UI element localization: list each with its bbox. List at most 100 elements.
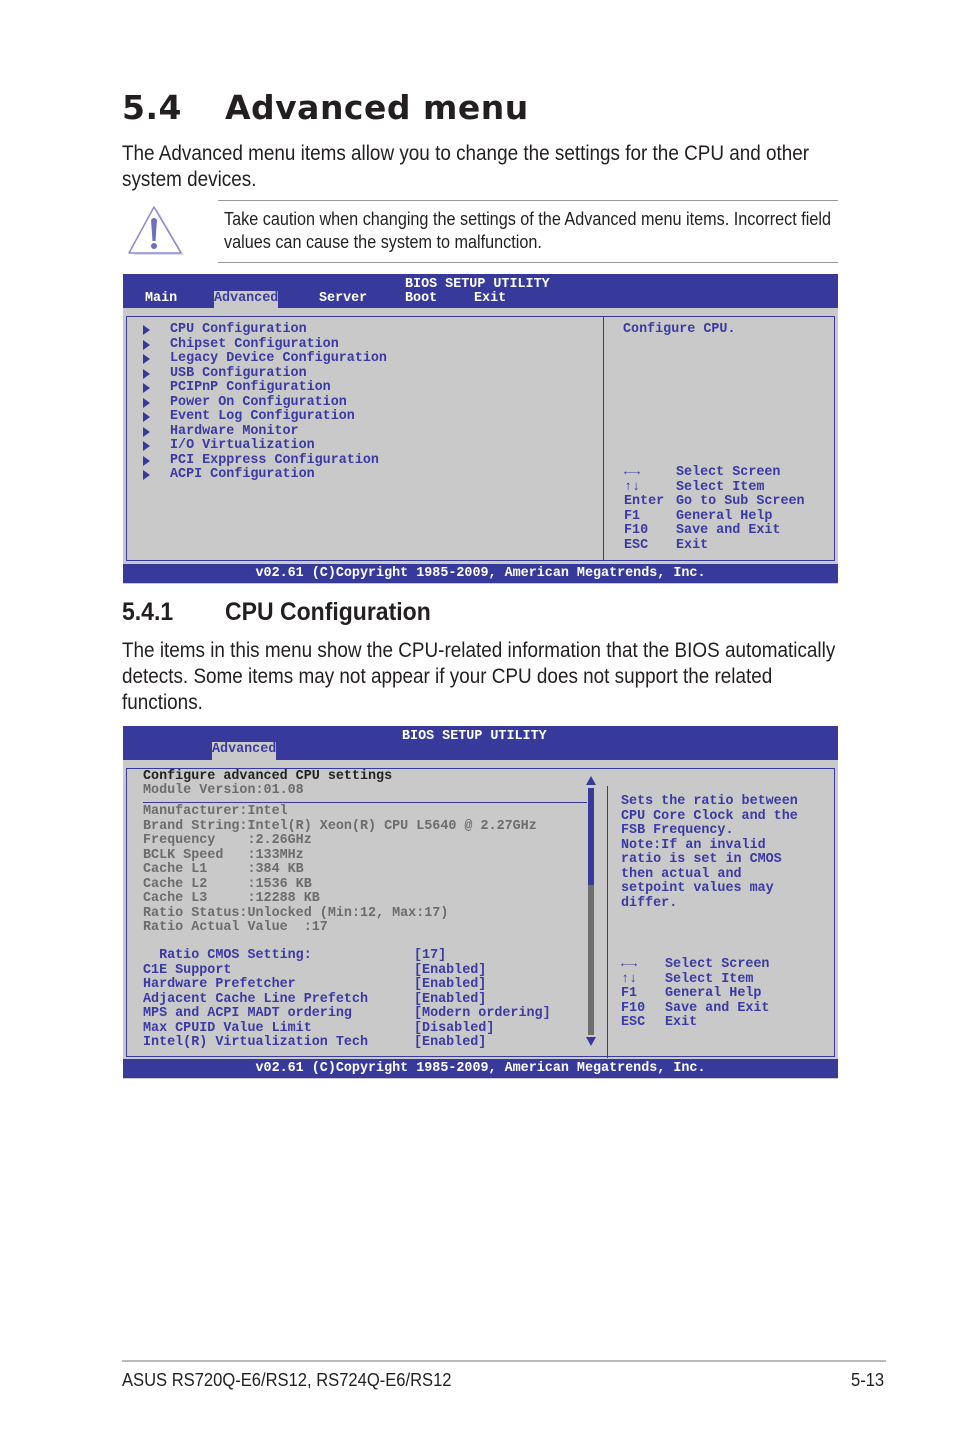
key-name: ←→ [624,465,641,480]
cpu-info-line: Cache L1 :384 KB [143,862,304,877]
submenu-arrow-icon [143,455,150,466]
menu-item[interactable]: Legacy Device Configuration [170,351,387,367]
bios-screen-advanced: BIOS SETUP UTILITY Main Advanced Server … [123,274,838,584]
scroll-up-icon[interactable] [586,776,596,785]
key-description: Select Item [665,971,754,987]
key-description: Select Item [676,479,765,495]
cpu-info-line: Ratio Actual Value :17 [143,920,328,935]
cpu-info-line: Frequency :2.26GHz [143,833,312,848]
setting-name[interactable]: Intel(R) Virtualization Tech [143,1035,368,1051]
divider [218,200,838,201]
tab-advanced[interactable]: Advanced [212,742,277,760]
setting-name[interactable]: Ratio CMOS Setting: [143,948,312,964]
submenu-arrow-icon [143,426,150,437]
setting-name[interactable]: C1E Support [143,963,231,979]
warning-triangle-icon [128,206,184,255]
menu-item[interactable]: I/O Virtualization [170,438,315,454]
key-name: ESC [621,1015,646,1030]
panel-divider [607,786,608,1058]
subsection-intro: The items in this menu show the CPU-rela… [122,639,836,714]
key-description: Save and Exit [676,523,781,538]
key-name: F10 [624,523,649,538]
menu-item[interactable]: CPU Configuration [170,322,307,338]
tab-server[interactable]: Server [319,291,367,306]
page-number: 5-13 [851,1370,885,1390]
key-description: Exit [676,537,709,553]
bios-header: BIOS SETUP UTILITY Advanced [123,726,838,760]
cpu-info-line: Cache L3 :12288 KB [143,891,320,906]
bios-header: BIOS SETUP UTILITY Main Advanced Server … [123,274,838,308]
key-name: ↑↓ [621,971,638,987]
key-name: ↑↓ [624,479,641,495]
scroll-down-icon[interactable] [586,1037,596,1046]
key-description: Select Screen [665,957,770,972]
setting-value[interactable]: [Enabled] [414,992,486,1008]
bios-footer: v02.61 (C)Copyright 1985-2009, American … [123,564,838,583]
setting-name[interactable]: MPS and ACPI MADT ordering [143,1006,352,1022]
tab-advanced[interactable]: Advanced [214,291,279,308]
subsection-title: 5.4.1 CPU Configuration [122,598,431,626]
tab-boot[interactable]: Boot [405,291,437,306]
bios-screen-cpu-config: BIOS SETUP UTILITY Advanced Configure ad… [123,726,838,1079]
setting-value[interactable]: [17] [414,948,446,964]
submenu-arrow-icon [143,412,150,422]
tab-exit[interactable]: Exit [474,291,506,306]
submenu-arrow-icon [143,339,150,350]
menu-item[interactable]: Power On Configuration [170,395,347,411]
panel-divider [603,317,604,560]
key-name: F1 [624,508,641,524]
key-name: Enter [624,494,665,509]
menu-item[interactable]: Chipset Configuration [170,337,339,353]
divider [218,262,838,263]
footer-rule [122,1360,886,1362]
key-description: General Help [665,986,762,1001]
module-version: Module Version:01.08 [143,783,304,798]
help-text: Configure CPU. [623,322,736,337]
setting-value[interactable]: [Enabled] [414,977,486,993]
cpu-info-line: Manufacturer:Intel [143,804,288,819]
bios-title: BIOS SETUP UTILITY [405,277,550,292]
key-description: Go to Sub Screen [676,494,805,509]
menu-item[interactable]: PCIPnP Configuration [170,380,331,396]
footer-model: ASUS RS720Q-E6/RS12, RS724Q-E6/RS12 [122,1370,452,1390]
key-name: F10 [621,1000,646,1016]
menu-item[interactable]: ACPI Configuration [170,467,315,483]
menu-item[interactable]: Hardware Monitor [170,424,299,440]
cpu-info-line: Brand String:Intel(R) Xeon(R) CPU L5640 … [143,818,537,834]
key-description: Select Screen [676,465,781,480]
scrollbar-thumb[interactable] [588,788,594,885]
submenu-arrow-icon [143,354,150,364]
setting-value[interactable]: [Enabled] [414,1035,486,1051]
cpu-info-line: BCLK Speed :133MHz [143,847,304,863]
submenu-arrow-icon [143,441,150,451]
menu-item[interactable]: USB Configuration [170,366,307,382]
key-name: ESC [624,537,649,553]
bios-footer: v02.61 (C)Copyright 1985-2009, American … [123,1059,838,1078]
key-description: Save and Exit [665,1000,770,1016]
setting-value[interactable]: [Enabled] [414,963,486,979]
key-description: Exit [665,1015,698,1030]
key-name: ←→ [621,957,638,972]
caution-text: Take caution when changing the settings … [224,209,831,252]
setting-name[interactable]: Adjacent Cache Line Prefetch [143,992,368,1008]
cpu-info-line: Ratio Status:Unlocked (Min:12, Max:17) [143,905,449,921]
submenu-arrow-icon [143,397,150,408]
bios-title: BIOS SETUP UTILITY [402,729,547,744]
help-text: Sets the ratio between CPU Core Clock an… [621,794,798,911]
cpu-info-line: Cache L2 :1536 KB [143,876,312,892]
submenu-arrow-icon [143,383,150,393]
tab-main[interactable]: Main [145,291,177,306]
submenu-arrow-icon [143,470,150,480]
separator [143,802,587,803]
key-name: F1 [621,986,638,1001]
setting-value[interactable]: [Disabled] [414,1021,494,1037]
setting-value[interactable]: [Modern ordering] [414,1006,551,1022]
submenu-arrow-icon [143,325,150,335]
setting-name[interactable]: Hardware Prefetcher [143,977,296,993]
setting-name[interactable]: Max CPUID Value Limit [143,1021,312,1037]
submenu-arrow-icon [143,368,150,379]
menu-item[interactable]: Event Log Configuration [170,409,355,425]
menu-item[interactable]: PCI Exppress Configuration [170,453,379,469]
section-title: 5.4 Advanced menu [122,88,529,127]
key-description: General Help [676,508,773,524]
